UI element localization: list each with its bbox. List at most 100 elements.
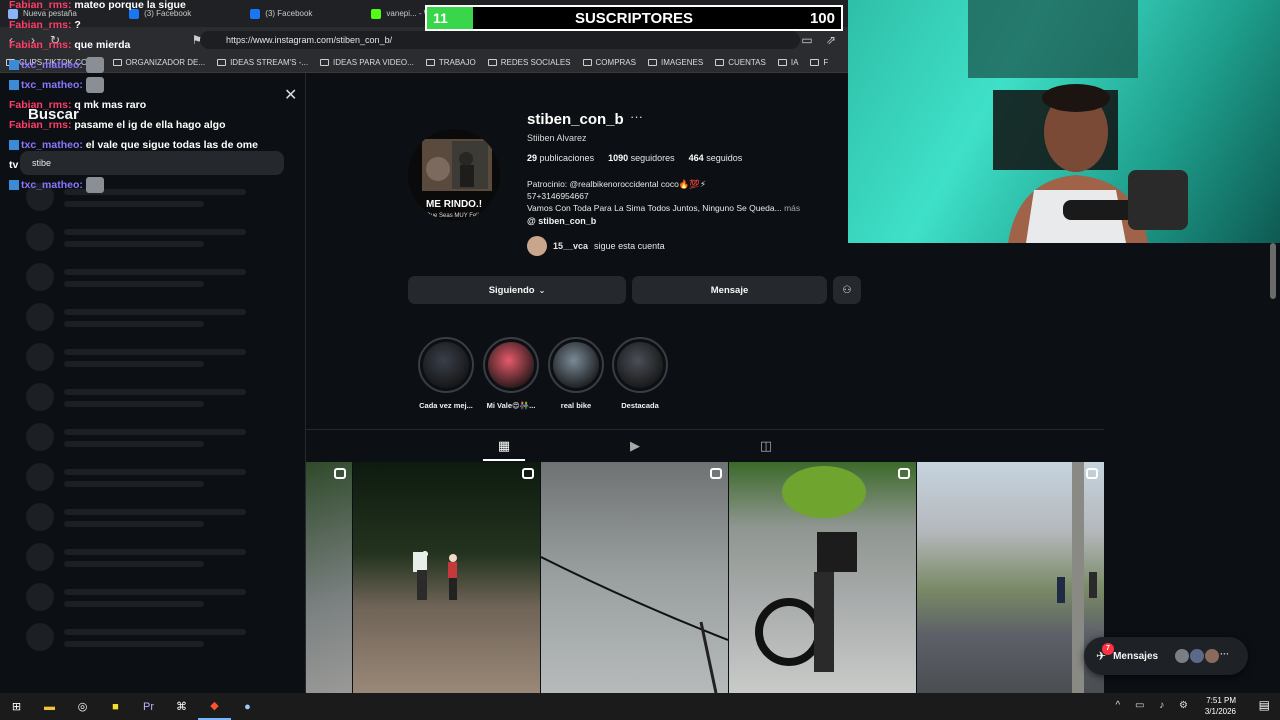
profile-picture-caption: ME RINDO.!	[426, 199, 482, 210]
premiere-icon[interactable]: Pr	[132, 693, 165, 720]
folder-icon	[320, 59, 330, 66]
chat-username: txc_matheo:	[21, 179, 83, 191]
close-search-icon[interactable]: ✕	[284, 85, 297, 105]
placeholder-line	[64, 481, 204, 487]
placeholder-avatar	[26, 463, 54, 491]
highlight-cover	[612, 337, 668, 393]
browser-tab[interactable]: (3) Facebook	[242, 0, 363, 27]
post-thumbnail[interactable]	[917, 462, 1104, 693]
steam-icon[interactable]: ●	[231, 693, 264, 720]
posts-label: publicaciones	[539, 153, 595, 163]
placeholder-avatar	[26, 303, 54, 331]
follower-avatar	[527, 236, 547, 256]
loading-result-placeholder	[26, 303, 286, 333]
highlight-cover-image	[553, 342, 599, 388]
story-highlight[interactable]: Destacada	[612, 337, 668, 410]
chat-username: txc_matheo:	[21, 139, 83, 151]
post-thumbnail[interactable]	[353, 462, 540, 693]
bookmark-item[interactable]: IMAGENES	[642, 58, 709, 67]
cast-icon[interactable]: ▭	[796, 33, 818, 47]
followed-by[interactable]: 15__vca sigue esta cuenta	[527, 236, 665, 256]
highlight-cover	[548, 337, 604, 393]
placeholder-line	[64, 589, 246, 595]
highlight-label: Destacada	[621, 401, 659, 410]
story-highlight[interactable]: Cada vez mej...	[418, 337, 474, 410]
profile-full-name: Stiiben Alvarez	[527, 133, 587, 143]
address-bar[interactable]: https://www.instagram.com/stiben_con_b/	[200, 31, 800, 49]
bio-more-link[interactable]: más	[784, 203, 800, 213]
placeholder-avatar	[26, 223, 54, 251]
chat-message: txc_matheo:	[9, 175, 259, 195]
profile-picture[interactable]: ME RINDO.! Que Seas MUY Feliz	[408, 129, 500, 221]
chat-message: txc_matheo: el vale que sigue todas las …	[9, 135, 259, 175]
obs-icon[interactable]: ◎	[66, 693, 99, 720]
start-icon[interactable]: ⊞	[0, 693, 33, 720]
bookmark-item[interactable]: COMPRAS	[577, 58, 642, 67]
brave-browser-icon[interactable]: ◆	[198, 693, 231, 720]
placeholder-line	[64, 441, 204, 447]
page-scrollbar[interactable]	[1270, 243, 1276, 299]
story-highlight[interactable]: Mi Vale😍👫...	[483, 337, 539, 410]
more-options-icon[interactable]: ···	[630, 109, 643, 124]
placeholder-line	[64, 281, 204, 287]
followed-by-text: sigue esta cuenta	[594, 241, 665, 251]
bookmark-item[interactable]: IDEAS PARA VIDEO...	[314, 58, 420, 67]
bookmark-item[interactable]: CUENTAS	[709, 58, 772, 67]
share-icon[interactable]: ⇗	[820, 33, 842, 47]
reel-icon	[522, 468, 534, 479]
post-thumbnail[interactable]	[729, 462, 916, 693]
chat-message: txc_matheo:	[9, 75, 259, 95]
chat-username: txc_matheo:	[21, 59, 83, 71]
highlight-cover	[418, 337, 474, 393]
placeholder-line	[64, 229, 246, 235]
bio-line-motto: Vamos Con Toda Para La Sima Todos Juntos…	[527, 203, 782, 213]
post-thumbnail[interactable]	[541, 462, 728, 693]
chat-message: Fabian_rms: pasame el ig de ella hago al…	[9, 115, 259, 135]
bookmark-label: COMPRAS	[595, 58, 636, 67]
following-stat[interactable]: 464 seguidos	[689, 153, 743, 163]
bookmark-item[interactable]: REDES SOCIALES	[482, 58, 577, 67]
loading-result-placeholder	[26, 343, 286, 373]
message-button[interactable]: Mensaje	[632, 276, 827, 304]
tab-reels-icon[interactable]: ▶	[627, 438, 643, 454]
loading-result-placeholder	[26, 223, 286, 253]
notification-icon[interactable]: ▤	[1259, 698, 1270, 712]
clock-date: 3/1/2026	[1204, 707, 1236, 716]
bookmark-item[interactable]: TRABAJO	[420, 58, 482, 67]
taskbar-clock[interactable]: 7:51 PM 3/1/2026	[1205, 695, 1236, 717]
system-tray[interactable]: ^ ▭ ♪ ⚙	[1116, 700, 1194, 711]
subscriber-goal-bar: 11 SUSCRIPTORES 100	[425, 5, 843, 31]
followers-stat[interactable]: 1090 seguidores	[608, 153, 675, 163]
threads-link[interactable]: @ stiben_con_b	[527, 216, 596, 226]
loading-result-placeholder	[26, 383, 286, 413]
file-explorer-icon[interactable]: ▬	[33, 693, 66, 720]
story-highlight[interactable]: real bike	[548, 337, 604, 410]
placeholder-line	[64, 349, 246, 355]
notes-app-icon[interactable]: ■	[99, 693, 132, 720]
reel-icon	[1086, 468, 1098, 479]
placeholder-line	[64, 641, 204, 647]
placeholder-line	[64, 469, 246, 475]
tab-posts-grid-icon[interactable]: ▦	[496, 438, 512, 454]
folder-icon	[777, 59, 787, 66]
tab-tagged-icon[interactable]: ◫	[758, 438, 774, 454]
add-person-icon: ⚇	[842, 284, 852, 296]
bookmark-label: REDES SOCIALES	[500, 58, 571, 67]
folder-icon	[647, 59, 657, 66]
placeholder-avatar	[26, 503, 54, 531]
chat-username: Fabian_rms:	[9, 99, 72, 111]
capcut-icon[interactable]: ⌘	[165, 693, 198, 720]
bookmark-label: TRABAJO	[438, 58, 476, 67]
post-thumbnail[interactable]	[306, 462, 352, 693]
threads-handle: stiben_con_b	[538, 216, 597, 226]
posts-stat[interactable]: 29 publicaciones	[527, 153, 594, 163]
bookmark-item[interactable]: F	[804, 58, 834, 67]
placeholder-line	[64, 401, 204, 407]
suggest-people-button[interactable]: ⚇	[833, 276, 861, 304]
following-button[interactable]: Siguiendo ⌄	[408, 276, 626, 304]
placeholder-line	[64, 629, 246, 635]
webcam-image	[968, 0, 1188, 243]
bookmark-item[interactable]: IA	[772, 58, 805, 67]
chat-badge-icon	[9, 140, 19, 151]
loading-result-placeholder	[26, 263, 286, 293]
